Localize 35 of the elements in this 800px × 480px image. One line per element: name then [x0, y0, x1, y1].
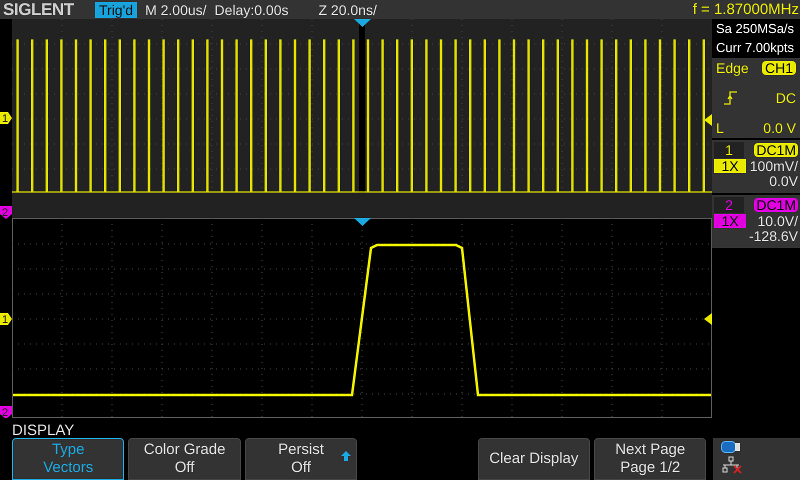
vertical-offset-readout: 0.0V — [769, 174, 798, 188]
trigger-level-icon — [704, 313, 712, 325]
frequency-readout: f = 1.87000MHz — [692, 2, 799, 17]
menu-button[interactable]: Persist Off — [244, 438, 358, 480]
probe-ratio-badge: 1X — [714, 214, 746, 228]
network-disconnected-icon — [721, 456, 744, 474]
timebase-label: M 2.00us/ — [145, 2, 207, 16]
trigger-type-label: Edge — [716, 61, 749, 75]
channel-marker: 2 — [0, 406, 12, 418]
menu-button[interactable]: Next Page Page 1/2 — [594, 438, 706, 480]
trigger-coupling-label: DC — [776, 91, 796, 105]
trigger-level-label: L — [716, 121, 724, 135]
zoom-timebase-label: Z 20.0ns/ — [318, 2, 377, 16]
vertical-scale-readout: 10.0V/ — [758, 214, 798, 228]
trigger-source-badge: CH1 — [762, 61, 796, 75]
usb-drive-icon — [721, 441, 742, 453]
probe-ratio-badge: 1X — [714, 159, 746, 173]
channel-marker: 1 — [0, 112, 12, 125]
channel-marker: 1 — [0, 313, 12, 326]
menu-title: DISPLAY — [12, 423, 74, 438]
trigger-level-readout: 0.0 V — [763, 121, 796, 135]
menu-button[interactable]: Type Vectors — [12, 438, 124, 480]
brand-logo: SIGLENT — [3, 1, 75, 18]
vertical-scale-readout: 100mV/ — [750, 159, 798, 173]
trigger-status: Trig'd — [95, 2, 138, 18]
delay-label: Delay:0.00s — [214, 2, 288, 16]
vertical-offset-readout: -128.6V — [748, 229, 798, 243]
channel-number-tab[interactable]: 1 — [714, 142, 744, 158]
menu-button[interactable]: Clear Display — [478, 438, 590, 480]
rising-edge-icon — [724, 91, 738, 105]
menu-button[interactable]: Color Grade Off — [128, 438, 241, 480]
channel-coupling-badge: DC1M — [754, 198, 798, 212]
channel-marker: 2 — [0, 206, 12, 219]
channel-number-tab[interactable]: 2 — [714, 197, 744, 213]
channel-coupling-badge: DC1M — [754, 143, 798, 157]
